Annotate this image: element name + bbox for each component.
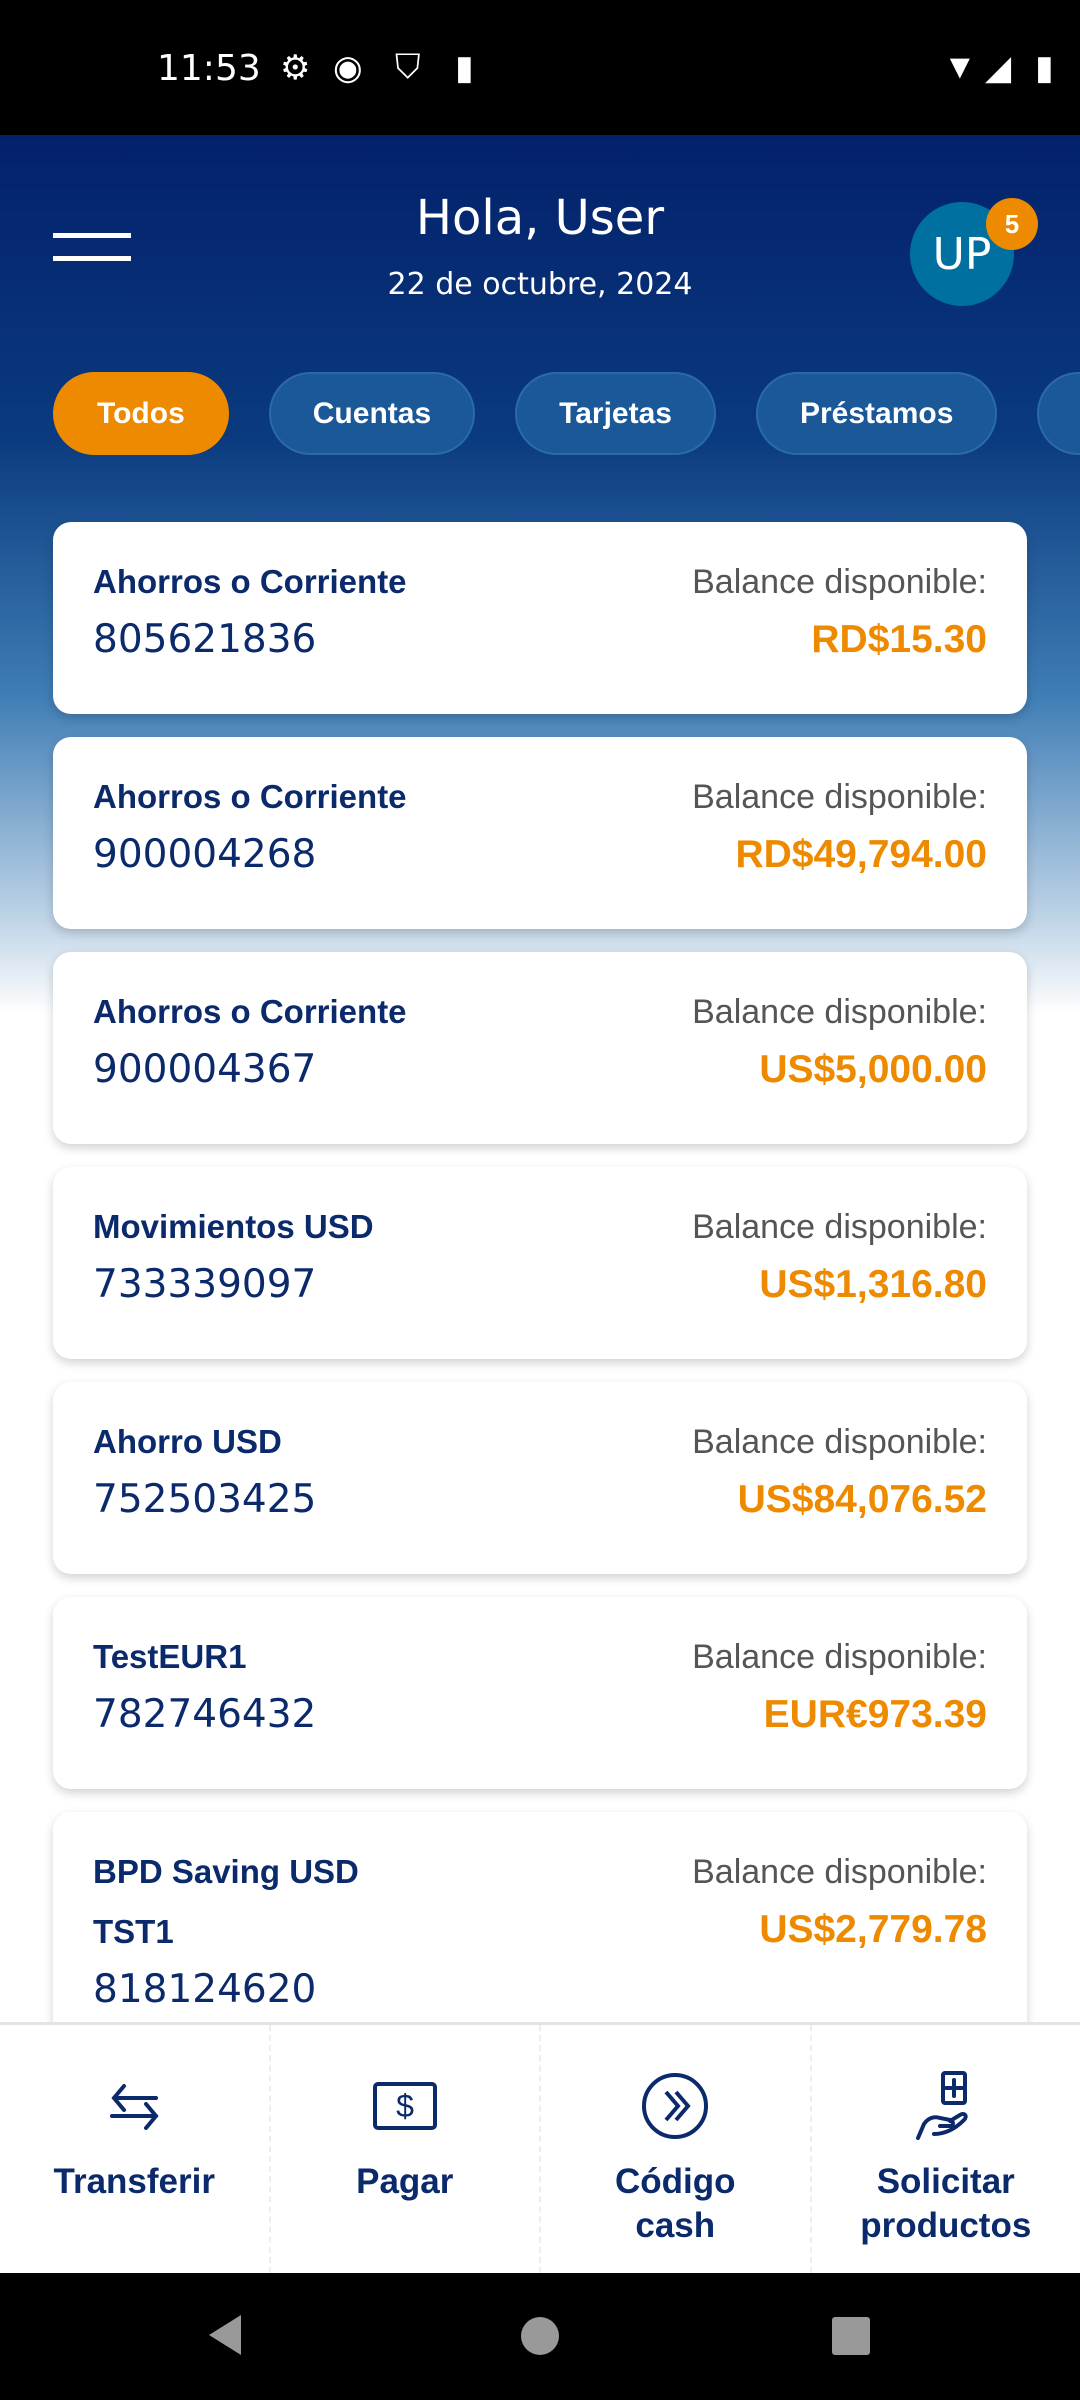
account-list: Ahorros o Corriente 805621836 Balance disp… [53, 522, 1027, 2022]
account-number: 752503425 [93, 1477, 317, 1522]
account-card[interactable]: Ahorros o Corriente 805621836 Balance disp… [53, 522, 1027, 714]
balance-amount: US$84,076.52 [737, 1478, 987, 1521]
filter-tarjetas[interactable]: Tarjetas [515, 372, 716, 455]
balance-label: Balance disponible: [692, 778, 987, 816]
account-number: 900004268 [93, 832, 317, 877]
balance-label: Balance disponible: [692, 1853, 987, 1891]
transfer-icon [110, 2084, 159, 2130]
account-card[interactable]: Ahorros o Corriente 900004367 Balance disp… [53, 952, 1027, 1144]
balance-label: Balance disponible: [692, 993, 987, 1031]
account-number: 733339097 [93, 1262, 317, 1307]
account-card[interactable]: Ahorro USD 752503425 Balance disponible: US… [53, 1382, 1027, 1574]
balance-label: Balance disponible: [692, 563, 987, 601]
balance-amount: RD$15.30 [811, 618, 987, 661]
account-number: 900004367 [93, 1047, 317, 1092]
back-icon[interactable] [205, 2313, 245, 2357]
recents-icon[interactable] [832, 2317, 870, 2355]
filter-more[interactable] [1037, 372, 1080, 455]
account-name: Ahorro USD [93, 1423, 282, 1460]
cash-code-label: Código cash [614, 2162, 736, 2245]
request-products-label: Solicitar productos [860, 2162, 1032, 2245]
account-card[interactable]: BPD Saving USD TST1 818124620 Balance disp… [53, 1812, 1027, 2022]
account-name: TestEUR1 [93, 1638, 247, 1675]
balance-amount: US$2,779.78 [759, 1908, 987, 1951]
balance-label: Balance disponible: [692, 1423, 987, 1461]
status-bar: 11:53 ⚙ ◉ ⛉ ▮ ▼ ◢ ▮ [0, 0, 1080, 135]
main-content: Hola, User 22 de octubre, 2024 UP 5 Todo… [0, 135, 1080, 2022]
request-products-button[interactable]: Solicitar productos [812, 2025, 1080, 2273]
sd-card-icon: ▮ [455, 49, 474, 87]
account-name: BPD Saving USD TST1 [93, 1853, 359, 1950]
signal-icon: ◢ [985, 49, 1012, 87]
account-name: Ahorros o Corriente [93, 993, 407, 1030]
notification-badge: 5 [986, 198, 1038, 250]
balance-amount: EUR€973.39 [763, 1693, 987, 1736]
balance-amount: US$5,000.00 [759, 1048, 987, 1091]
filter-todos[interactable]: Todos [53, 372, 229, 455]
settings-icon: ⚙ [280, 49, 311, 87]
shield-icon: ⛉ [395, 48, 421, 86]
account-name: Movimientos USD [93, 1208, 374, 1245]
fast-forward-circle-icon [642, 2073, 709, 2139]
filter-cuentas[interactable]: Cuentas [268, 372, 476, 455]
balance-label: Balance disponible: [692, 1208, 987, 1246]
balance-amount: US$1,316.80 [759, 1263, 987, 1306]
home-icon[interactable] [521, 2317, 559, 2355]
battery-icon: ▮ [1035, 49, 1054, 87]
balance-amount: RD$49,794.00 [735, 833, 987, 876]
balance-label: Balance disponible: [692, 1638, 987, 1676]
account-number: 805621836 [93, 617, 317, 662]
transfer-label: Transferir [53, 2162, 215, 2201]
account-name: Ahorros o Corriente [93, 563, 407, 600]
avatar-initials: UP [932, 228, 992, 280]
account-number: 818124620 [93, 1967, 317, 2012]
pay-label: Pagar [356, 2162, 454, 2201]
status-time: 11:53 [157, 48, 261, 89]
account-name: Ahorros o Corriente [93, 778, 407, 815]
payment-icon: $ [372, 2082, 437, 2130]
cash-code-button[interactable]: Código cash [541, 2025, 812, 2273]
wifi-icon: ▼ [943, 48, 977, 86]
transfer-button[interactable]: Transferir [0, 2025, 271, 2273]
account-card[interactable]: Ahorros o Corriente 900004268 Balance disp… [53, 737, 1027, 929]
bottom-actions: Transferir $ Pagar Código cash Solicitar… [0, 2022, 1080, 2273]
account-card[interactable]: Movimientos USD 733339097 Balance disponib… [53, 1167, 1027, 1359]
account-number: 782746432 [93, 1692, 317, 1737]
system-navigation-bar [0, 2273, 1080, 2400]
pay-button[interactable]: $ Pagar [271, 2025, 541, 2273]
filter-prestamos[interactable]: Préstamos [755, 372, 998, 455]
filter-chips: Todos Cuentas Tarjetas Préstamos [53, 372, 1080, 455]
svg-text:$: $ [396, 2088, 414, 2124]
sync-icon: ◉ [333, 49, 363, 87]
hand-plus-icon [915, 2071, 968, 2140]
account-card[interactable]: TestEUR1 782746432 Balance disponible: EUR€… [53, 1597, 1027, 1789]
